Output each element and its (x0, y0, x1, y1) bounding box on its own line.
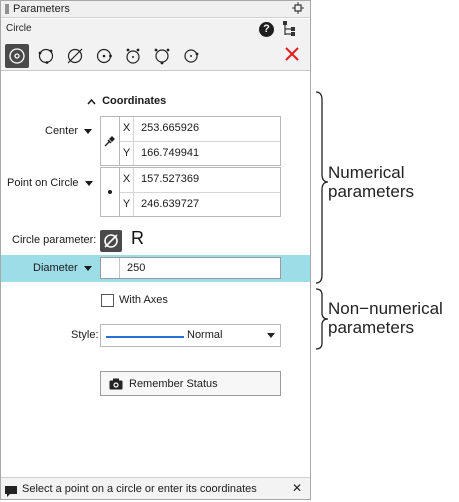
circle-two-points-icon[interactable] (92, 44, 116, 68)
comment-icon (5, 484, 17, 502)
diameter-input[interactable]: 250 (127, 258, 145, 278)
circle-three-points-icon[interactable] (34, 44, 58, 68)
diameter-field-button[interactable] (101, 258, 120, 278)
point-y-input[interactable]: 246.639727 (141, 193, 199, 216)
circle-arc-icon[interactable] (179, 44, 203, 68)
pin-icon[interactable] (292, 2, 304, 17)
point-on-circle-dropdown[interactable]: Point on Circle (7, 177, 93, 189)
x-axis-label: X (120, 168, 134, 192)
pin-point-icon[interactable] (101, 117, 120, 165)
chevron-down-icon (83, 265, 92, 271)
point-x-row[interactable]: X 157.527369 (120, 168, 280, 192)
circle-parameter-label: Circle parameter: (12, 234, 97, 246)
center-coordinates-field: X 253.665926 Y 166.749941 (100, 116, 281, 166)
center-y-input[interactable]: 166.749941 (141, 142, 199, 165)
chevron-up-icon (87, 98, 96, 105)
non-numerical-parameters-annotation: Non−numerical parameters (328, 299, 443, 337)
point-y-row[interactable]: Y 246.639727 (120, 192, 280, 216)
close-status-icon[interactable]: ✕ (292, 481, 302, 495)
point-on-circle-coordinates-field: X 157.527369 Y 246.639727 (100, 167, 281, 217)
center-dropdown[interactable]: Center (45, 125, 93, 137)
remember-status-button[interactable]: Remember Status (100, 371, 281, 396)
point-dot-icon[interactable] (101, 168, 120, 216)
status-bar: Select a point on a circle or enter its … (1, 477, 310, 499)
y-axis-label: Y (120, 142, 134, 165)
circle-tangent-two-icon[interactable] (121, 44, 145, 68)
status-text: Select a point on a circle or enter its … (22, 483, 257, 495)
with-axes-label: With Axes (119, 294, 168, 306)
line-style-preview (106, 336, 184, 338)
parameters-panel: Parameters Circle ? Coordinates Center X… (0, 0, 311, 500)
diameter-symbol-icon[interactable] (100, 230, 122, 252)
chevron-down-icon (84, 128, 93, 134)
center-label: Center (45, 125, 79, 137)
diameter-label: Diameter (33, 262, 78, 274)
center-x-input[interactable]: 253.665926 (141, 117, 199, 140)
panel-titlebar[interactable]: Parameters (1, 1, 310, 18)
numerical-parameters-annotation: Numerical parameters (328, 163, 414, 201)
coordinates-header-label: Coordinates (102, 95, 167, 107)
x-axis-label: X (120, 117, 134, 141)
style-select[interactable]: Normal (100, 324, 281, 347)
style-value: Normal (187, 329, 223, 341)
chevron-down-icon (267, 333, 275, 338)
y-axis-label: Y (120, 193, 134, 216)
remember-status-label: Remember Status (129, 377, 218, 390)
coordinates-section-header[interactable]: Coordinates (87, 95, 166, 107)
radius-toggle[interactable]: R (131, 228, 144, 249)
close-command-icon[interactable] (284, 46, 300, 67)
parameters-content: Coordinates Center X 253.665926 Y 166.74… (1, 72, 310, 477)
command-toolbar: Circle ? (1, 19, 310, 71)
diameter-field: 250 (100, 257, 281, 279)
point-x-input[interactable]: 157.527369 (141, 168, 199, 191)
center-x-row[interactable]: X 253.665926 (120, 117, 280, 141)
command-name: Circle (6, 23, 32, 34)
circle-tangent-icon[interactable] (63, 44, 87, 68)
style-label: Style: (71, 329, 99, 341)
chevron-down-icon (84, 180, 93, 186)
diameter-dropdown[interactable]: Diameter (33, 262, 92, 274)
help-icon[interactable]: ? (259, 22, 274, 37)
panel-title: Parameters (13, 3, 70, 15)
circle-tangent-three-icon[interactable] (150, 44, 174, 68)
tree-structure-icon[interactable] (283, 21, 295, 42)
with-axes-checkbox[interactable] (101, 294, 114, 307)
circle-center-radius-icon[interactable] (5, 44, 29, 68)
center-y-row[interactable]: Y 166.749941 (120, 141, 280, 165)
camera-icon (109, 378, 123, 389)
point-on-circle-label: Point on Circle (7, 177, 79, 189)
drag-grip-icon[interactable] (5, 4, 9, 14)
